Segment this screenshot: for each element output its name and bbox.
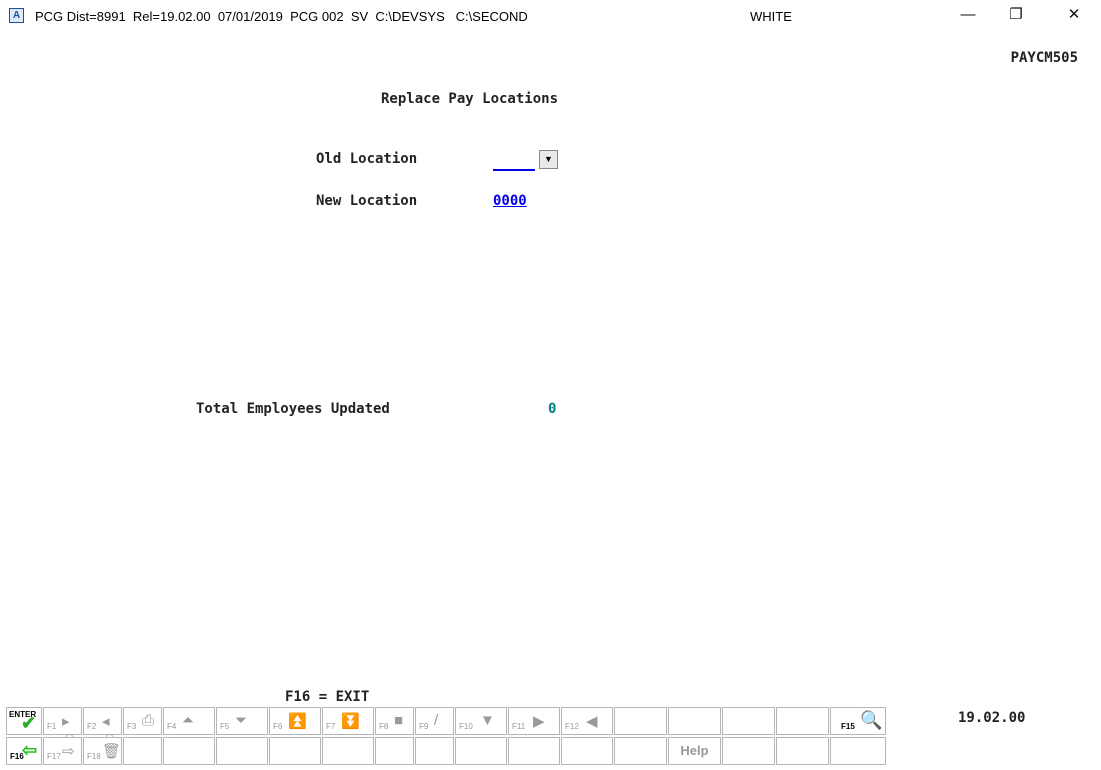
prev-icon: ◀ bbox=[586, 713, 598, 730]
toolbar-blank-16 bbox=[722, 737, 775, 765]
f18-label: F18 bbox=[87, 752, 101, 761]
toolbar-blank-18 bbox=[830, 737, 886, 765]
page-down-icon: ⏷ bbox=[235, 712, 248, 729]
window-title: PCG Dist=8991 Rel=19.02.00 07/01/2019 PC… bbox=[35, 9, 528, 24]
delete-icon: 🗑 bbox=[102, 743, 122, 760]
f6-button[interactable]: F6 ⏫ bbox=[269, 707, 321, 735]
save-icon: ■ bbox=[394, 712, 404, 729]
f2-button[interactable]: F2◂☺ bbox=[83, 707, 122, 747]
window-title-user: WHITE bbox=[750, 9, 792, 24]
toolbar-blank-5 bbox=[123, 737, 162, 765]
toolbar-blank-15 bbox=[614, 737, 667, 765]
help-button[interactable]: Help bbox=[668, 737, 721, 765]
title-bar: A PCG Dist=8991 Rel=19.02.00 07/01/2019 … bbox=[0, 0, 1101, 30]
export-icon: ⇨ bbox=[62, 743, 75, 760]
filter-icon: ▼ bbox=[480, 712, 495, 729]
f9-label: F9 bbox=[419, 722, 429, 731]
close-button[interactable]: ✕ bbox=[1062, 6, 1086, 24]
check-icon: ✔ bbox=[21, 713, 37, 733]
search-icon: 🔍 bbox=[860, 710, 883, 730]
toolbar-blank-2 bbox=[668, 707, 721, 735]
f4-label: F4 bbox=[167, 722, 177, 731]
toolbar-blank-4 bbox=[776, 707, 829, 735]
f9-button[interactable]: F9 / bbox=[415, 707, 454, 735]
last-page-icon: ⏬ bbox=[341, 713, 360, 730]
toolbar-blank-1 bbox=[614, 707, 667, 735]
f10-label: F10 bbox=[459, 722, 473, 731]
f17-label: F17 bbox=[47, 752, 61, 761]
toolbar-blank-8 bbox=[269, 737, 321, 765]
toolbar-blank-12 bbox=[455, 737, 507, 765]
toolbar-blank-6 bbox=[163, 737, 215, 765]
version-label: 19.02.00 bbox=[958, 710, 1026, 726]
exit-icon: ⇦ bbox=[22, 740, 38, 760]
page-title: Replace Pay Locations bbox=[381, 91, 559, 107]
first-page-icon: ⏫ bbox=[288, 713, 307, 730]
toolbar-blank-17 bbox=[776, 737, 829, 765]
toolbar-blank-3 bbox=[722, 707, 775, 735]
toolbar-blank-10 bbox=[375, 737, 414, 765]
old-location-dropdown-button[interactable]: ▼ bbox=[539, 150, 558, 169]
new-location-input[interactable]: 0000 bbox=[493, 193, 527, 209]
f8-button[interactable]: F8 ■ bbox=[375, 707, 414, 735]
total-employees-label: Total Employees Updated bbox=[196, 401, 390, 417]
page-up-icon: ⏶ bbox=[182, 712, 195, 729]
f3-button[interactable]: F3 ⎙ bbox=[123, 707, 162, 735]
toolbar-blank-11 bbox=[415, 737, 454, 765]
enter-button[interactable]: ENTER ✔ bbox=[6, 707, 42, 735]
f1-label: F1 bbox=[47, 722, 57, 731]
toolbar-blank-14 bbox=[561, 737, 613, 765]
f17-button[interactable]: F17 ⇨ bbox=[43, 737, 82, 765]
f5-label: F5 bbox=[220, 722, 230, 731]
edit-icon: / bbox=[434, 712, 439, 729]
exit-hint: F16 = EXIT bbox=[285, 689, 370, 705]
f15-button[interactable]: F15 🔍 bbox=[830, 707, 886, 735]
f18-button[interactable]: F18 🗑 bbox=[83, 737, 122, 765]
f10-button[interactable]: F10 ▼ bbox=[455, 707, 507, 735]
restore-button[interactable]: ❐ bbox=[1004, 6, 1028, 24]
function-key-toolbar: ENTER ✔ F1▸☺ F2◂☺ F3 ⎙ F4 ⏶ F5 ⏷ F6 ⏫ F7 ⏬ F8… bbox=[6, 707, 886, 767]
f1-button[interactable]: F1▸☺ bbox=[43, 707, 82, 747]
f8-label: F8 bbox=[379, 722, 389, 731]
f15-label: F15 bbox=[841, 722, 855, 731]
f11-label: F11 bbox=[512, 722, 526, 731]
f12-button[interactable]: F12 ◀ bbox=[561, 707, 613, 735]
program-id: PAYCM505 bbox=[1010, 50, 1078, 66]
f4-button[interactable]: F4 ⏶ bbox=[163, 707, 215, 735]
f3-label: F3 bbox=[127, 722, 137, 731]
f7-label: F7 bbox=[326, 722, 336, 731]
f5-button[interactable]: F5 ⏷ bbox=[216, 707, 268, 735]
app-icon: A bbox=[9, 8, 24, 23]
print-icon: ⎙ bbox=[142, 712, 155, 729]
toolbar-blank-7 bbox=[216, 737, 268, 765]
next-icon: ▶ bbox=[533, 713, 545, 730]
minimize-button[interactable]: — bbox=[956, 6, 980, 24]
chevron-down-icon: ▼ bbox=[544, 154, 553, 164]
f7-button[interactable]: F7 ⏬ bbox=[322, 707, 374, 735]
new-location-label: New Location bbox=[316, 193, 418, 209]
f16-button[interactable]: F16 ⇦ bbox=[6, 737, 42, 765]
old-location-input[interactable] bbox=[493, 152, 535, 171]
help-label: Help bbox=[680, 743, 709, 758]
total-employees-value: 0 bbox=[548, 401, 557, 417]
f6-label: F6 bbox=[273, 722, 283, 731]
toolbar-blank-9 bbox=[322, 737, 374, 765]
f11-button[interactable]: F11 ▶ bbox=[508, 707, 560, 735]
f2-label: F2 bbox=[87, 722, 97, 731]
toolbar-blank-13 bbox=[508, 737, 560, 765]
old-location-label: Old Location bbox=[316, 151, 418, 167]
f12-label: F12 bbox=[565, 722, 579, 731]
